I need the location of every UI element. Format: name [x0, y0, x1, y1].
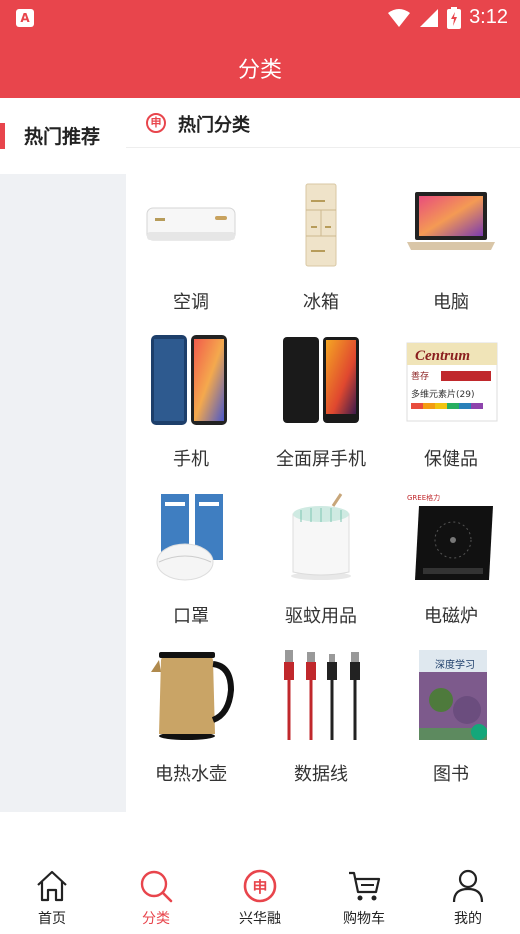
book-icon: 深度学习 [419, 650, 487, 740]
data-cable-icon [284, 650, 360, 740]
category-item-face-mask[interactable]: 口罩 [126, 492, 256, 647]
page-title: 分类 [237, 58, 282, 83]
category-label: 图书 [433, 764, 469, 785]
nav-category[interactable]: 分类 [104, 862, 208, 934]
battery-icon [447, 6, 462, 29]
air-conditioner-icon [146, 207, 236, 241]
category-item-data-cable[interactable]: 数据线 [256, 650, 386, 805]
category-label: 口罩 [173, 606, 209, 627]
category-label: 电磁炉 [424, 606, 478, 627]
category-label: 全面屏手机 [276, 449, 366, 470]
mosquito-repeller-icon [291, 493, 351, 580]
nav-label: 购物车 [343, 911, 385, 927]
category-item-book[interactable]: 深度学习 图书 [386, 650, 516, 805]
electric-kettle-icon [151, 652, 235, 740]
sidebar-item-label: 热门推荐 [24, 126, 101, 148]
refrigerator-icon [305, 183, 337, 267]
supplement-box-icon: Centrum 善存 多维元素片(29) [406, 342, 498, 422]
face-mask-icon [156, 494, 223, 581]
cart-icon [349, 871, 381, 901]
brand-text-cn: 善存 [411, 370, 429, 382]
bottom-navigation: 首页 分类 申 兴华融 购物车 我的 [0, 862, 520, 934]
smartphone-icon [151, 335, 227, 425]
nav-brand[interactable]: 申 兴华融 [208, 862, 312, 934]
category-label: 驱蚊用品 [285, 606, 357, 627]
section-header: 申 热门分类 [126, 98, 520, 148]
active-indicator [0, 123, 5, 149]
category-label: 数据线 [294, 764, 348, 785]
section-title: 热门分类 [178, 115, 250, 136]
category-item-electric-kettle[interactable]: 电热水壶 [126, 650, 256, 805]
nav-profile[interactable]: 我的 [416, 862, 520, 934]
category-label: 电热水壶 [155, 764, 227, 785]
brand-text: GREE格力 [407, 493, 440, 502]
home-icon [37, 870, 67, 902]
category-label: 冰箱 [303, 292, 339, 313]
laptop-icon [407, 192, 495, 250]
brand-logo-icon: 申 [243, 869, 277, 903]
nav-home[interactable]: 首页 [0, 862, 104, 934]
category-label: 保健品 [424, 449, 478, 470]
product-subtitle: 多维元素片(29) [411, 388, 474, 400]
sidebar-item-hot-recommend[interactable]: 热门推荐 [0, 98, 126, 174]
category-item-fullscreen-phone[interactable]: 全面屏手机 [256, 335, 386, 490]
nav-label: 首页 [38, 911, 66, 927]
brand-logo-char: 申 [252, 878, 267, 896]
book-title-text: 深度学习 [435, 658, 475, 671]
signal-icon [420, 8, 439, 27]
category-item-laptop[interactable]: 电脑 [386, 178, 516, 333]
nav-label: 兴华融 [239, 911, 281, 927]
category-item-induction-cooker[interactable]: GREE格力 电磁炉 [386, 492, 516, 647]
clock: 3:12 [469, 6, 508, 28]
app-notification-icon: A [16, 9, 34, 27]
search-icon [140, 870, 173, 903]
category-sidebar: 热门推荐 [0, 98, 126, 812]
status-bar: A 3:12 [0, 0, 520, 38]
wifi-icon [388, 8, 411, 27]
system-icons: 3:12 [387, 6, 508, 29]
category-content: 申 热门分类 空调 冰箱 电脑 手机 全面屏手机 Centrum 善存 多维元素… [126, 98, 520, 812]
title-bar: 分类 [0, 38, 520, 98]
user-icon [452, 869, 484, 903]
brand-logo-icon: 申 [146, 113, 166, 133]
nav-label: 分类 [142, 911, 170, 927]
category-item-air-conditioner[interactable]: 空调 [126, 178, 256, 333]
category-item-supplement[interactable]: Centrum 善存 多维元素片(29) 保健品 [386, 335, 516, 490]
brand-text: Centrum [415, 348, 470, 364]
category-item-smartphone[interactable]: 手机 [126, 335, 256, 490]
nav-label: 我的 [454, 911, 482, 927]
category-label: 手机 [173, 449, 209, 470]
category-item-mosquito-repeller[interactable]: 驱蚊用品 [256, 492, 386, 647]
category-label: 空调 [173, 292, 209, 313]
category-label: 电脑 [433, 292, 469, 313]
induction-cooker-icon: GREE格力 [407, 493, 493, 580]
nav-cart[interactable]: 购物车 [312, 862, 416, 934]
category-item-refrigerator[interactable]: 冰箱 [256, 178, 386, 333]
fullscreen-phone-icon [283, 337, 359, 423]
